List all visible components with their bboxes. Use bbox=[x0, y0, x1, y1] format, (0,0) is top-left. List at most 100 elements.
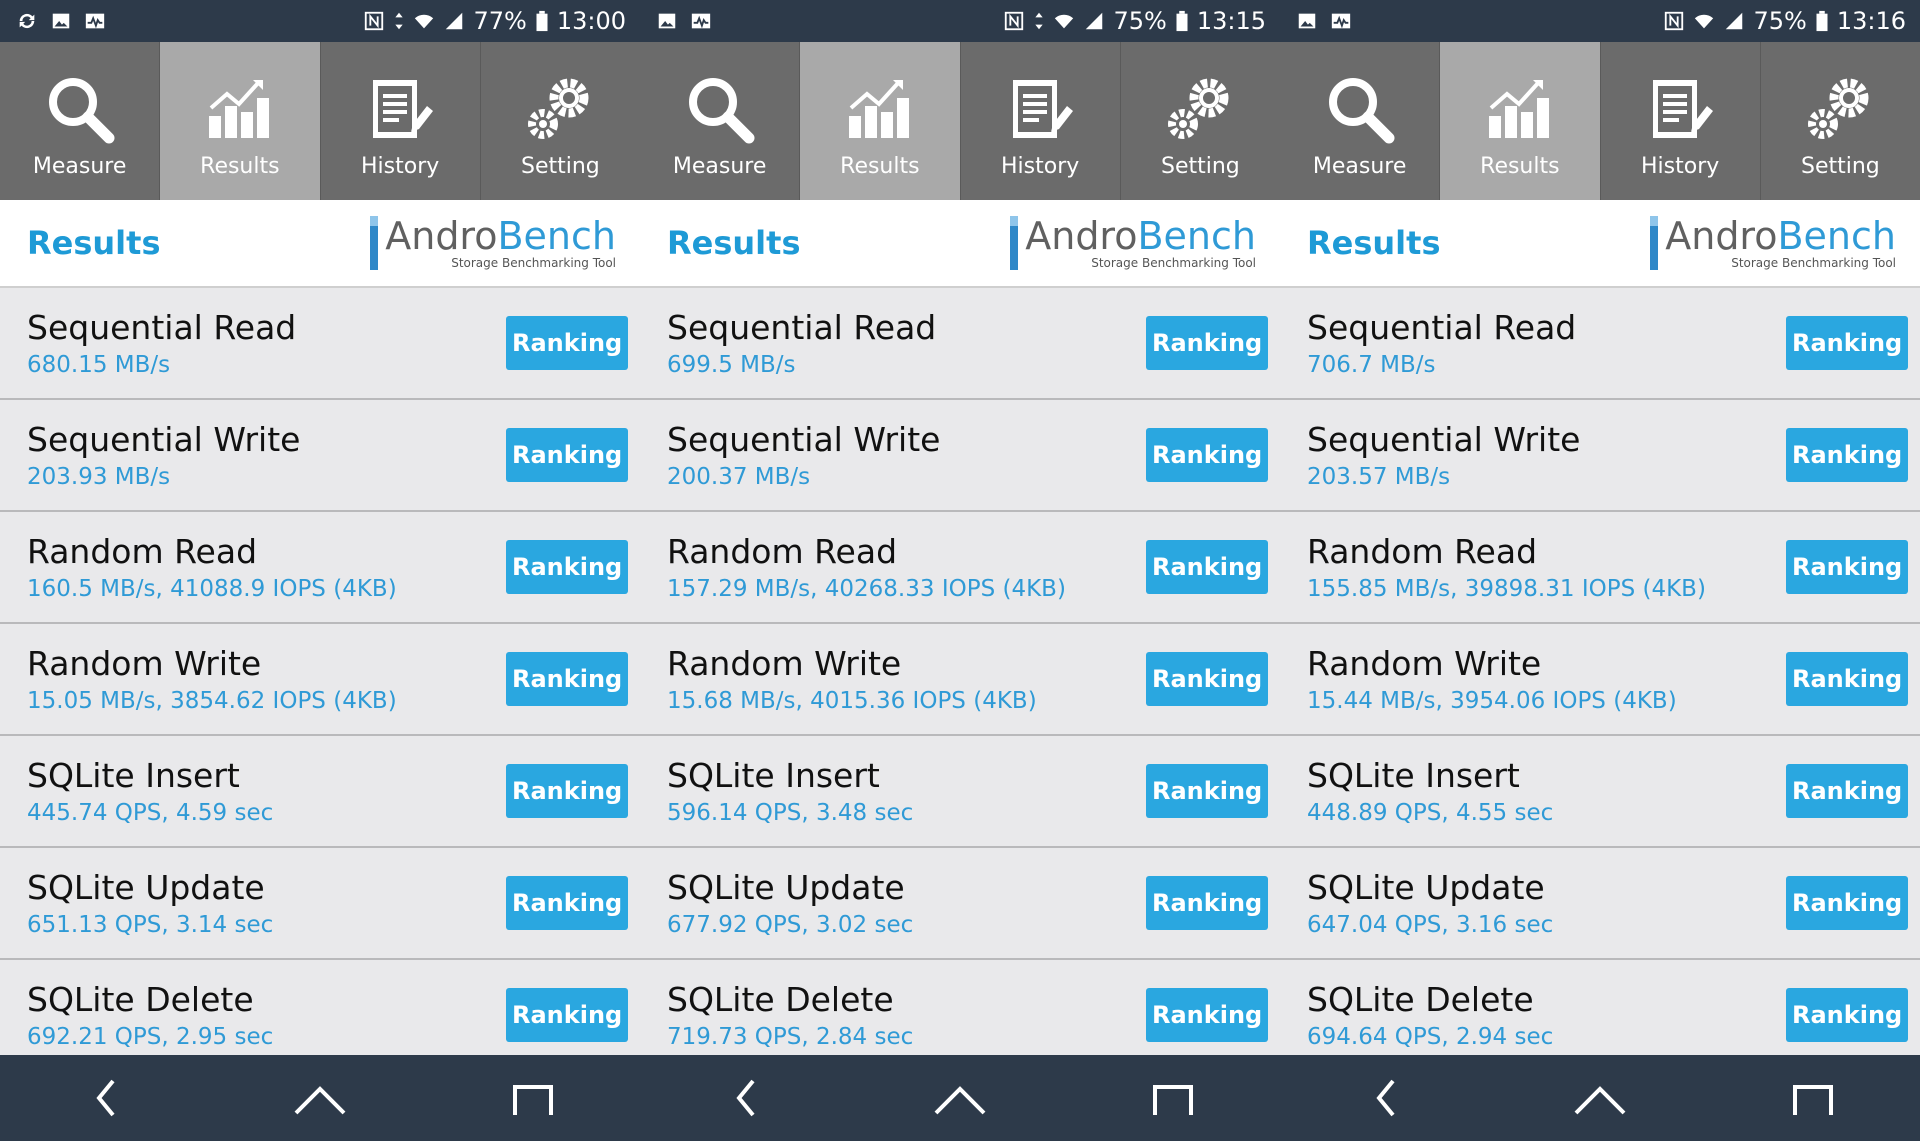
result-row: Random Write 15.44 MB/s, 3954.06 IOPS (4K… bbox=[1280, 624, 1920, 736]
recents-icon[interactable] bbox=[1783, 1073, 1843, 1123]
clock: 13:15 bbox=[1196, 7, 1266, 35]
ranking-button[interactable]: Ranking bbox=[1146, 988, 1268, 1042]
ranking-button[interactable]: Ranking bbox=[1146, 764, 1268, 818]
nav-bar bbox=[640, 1055, 1280, 1141]
status-bar: 75% 13:16 bbox=[1280, 0, 1920, 42]
test-value: 448.89 QPS, 4.55 sec bbox=[1307, 800, 1554, 826]
result-row: SQLite Update 651.13 QPS, 3.14 sec Ranking bbox=[0, 848, 640, 960]
result-row: Sequential Read 699.5 MB/s Ranking bbox=[640, 288, 1280, 400]
battery-icon bbox=[1816, 10, 1828, 32]
phone-screen-2: 75% 13:15 Measure Results History Settin… bbox=[640, 0, 1280, 1141]
tab-measure[interactable]: Measure bbox=[640, 42, 801, 200]
tab-results[interactable]: Results bbox=[1440, 42, 1601, 200]
test-name: SQLite Update bbox=[1307, 868, 1545, 907]
ranking-button[interactable]: Ranking bbox=[1146, 316, 1268, 370]
test-name: SQLite Delete bbox=[667, 980, 894, 1019]
tab-label: Results bbox=[1480, 153, 1560, 179]
test-name: Random Write bbox=[1307, 644, 1542, 683]
home-icon[interactable] bbox=[1570, 1073, 1630, 1123]
battery-percent: 75% bbox=[1113, 7, 1167, 35]
bar-chart-icon bbox=[208, 79, 269, 138]
result-row: Sequential Write 203.57 MB/s Ranking bbox=[1280, 400, 1920, 512]
home-icon[interactable] bbox=[930, 1073, 990, 1123]
result-row: SQLite Insert 445.74 QPS, 4.59 sec Ranking bbox=[0, 736, 640, 848]
androbench-logo: AndroBench Storage Benchmarking Tool bbox=[370, 216, 616, 270]
test-value: 15.68 MB/s, 4015.36 IOPS (4KB) bbox=[667, 688, 1037, 714]
ranking-button[interactable]: Ranking bbox=[506, 764, 628, 818]
ranking-button[interactable]: Ranking bbox=[1146, 876, 1268, 930]
tab-setting[interactable]: Setting bbox=[1761, 42, 1920, 200]
result-row: SQLite Update 647.04 QPS, 3.16 sec Ranking bbox=[1280, 848, 1920, 960]
test-name: Sequential Write bbox=[667, 420, 941, 459]
ranking-button[interactable]: Ranking bbox=[506, 428, 628, 482]
ranking-button[interactable]: Ranking bbox=[1146, 428, 1268, 482]
magnifier-icon bbox=[48, 77, 115, 143]
recents-icon[interactable] bbox=[1143, 1073, 1203, 1123]
test-value: 157.29 MB/s, 40268.33 IOPS (4KB) bbox=[667, 576, 1066, 602]
ranking-button[interactable]: Ranking bbox=[1786, 540, 1908, 594]
document-icon bbox=[373, 79, 434, 138]
nfc-icon bbox=[1005, 11, 1024, 31]
tab-label: Results bbox=[840, 153, 920, 179]
wifi-icon bbox=[415, 14, 434, 29]
ranking-button[interactable]: Ranking bbox=[506, 988, 628, 1042]
magnifier-icon bbox=[688, 77, 755, 143]
tab-history[interactable]: History bbox=[961, 42, 1121, 200]
logo-name-part2: Bench bbox=[497, 214, 616, 258]
tab-bar: Measure Results History Setting bbox=[0, 42, 640, 200]
test-value: 203.57 MB/s bbox=[1307, 464, 1451, 490]
ranking-button[interactable]: Ranking bbox=[1786, 652, 1908, 706]
ranking-button[interactable]: Ranking bbox=[1786, 316, 1908, 370]
ranking-button[interactable]: Ranking bbox=[506, 316, 628, 370]
ranking-button[interactable]: Ranking bbox=[506, 540, 628, 594]
test-name: SQLite Update bbox=[27, 868, 265, 907]
status-bar: 75% 13:15 bbox=[640, 0, 1280, 42]
result-row: Random Write 15.05 MB/s, 3854.62 IOPS (4K… bbox=[0, 624, 640, 736]
tab-measure[interactable]: Measure bbox=[1280, 42, 1441, 200]
back-icon[interactable] bbox=[1357, 1073, 1417, 1123]
data-arrows-icon bbox=[395, 12, 404, 30]
tab-label: Results bbox=[200, 153, 280, 179]
tab-results[interactable]: Results bbox=[160, 42, 321, 200]
result-row: Random Read 160.5 MB/s, 41088.9 IOPS (4KB… bbox=[0, 512, 640, 624]
ranking-button[interactable]: Ranking bbox=[506, 652, 628, 706]
test-value: 445.74 QPS, 4.59 sec bbox=[27, 800, 274, 826]
ranking-button[interactable]: Ranking bbox=[1786, 428, 1908, 482]
signal-icon bbox=[1086, 12, 1103, 30]
wifi-icon bbox=[1695, 14, 1714, 29]
home-icon[interactable] bbox=[290, 1073, 350, 1123]
ranking-button[interactable]: Ranking bbox=[1146, 540, 1268, 594]
signal-icon bbox=[1726, 12, 1743, 30]
back-icon[interactable] bbox=[717, 1073, 777, 1123]
document-icon bbox=[1653, 79, 1714, 138]
tab-measure[interactable]: Measure bbox=[0, 42, 161, 200]
tab-setting[interactable]: Setting bbox=[481, 42, 640, 200]
test-value: 692.21 QPS, 2.95 sec bbox=[27, 1024, 274, 1050]
page-title: Results bbox=[667, 224, 801, 262]
ranking-button[interactable]: Ranking bbox=[1786, 764, 1908, 818]
ranking-button[interactable]: Ranking bbox=[506, 876, 628, 930]
androbench-logo: AndroBench Storage Benchmarking Tool bbox=[1010, 216, 1256, 270]
test-value: 651.13 QPS, 3.14 sec bbox=[27, 912, 274, 938]
back-icon[interactable] bbox=[77, 1073, 137, 1123]
result-row: SQLite Update 677.92 QPS, 3.02 sec Ranking bbox=[640, 848, 1280, 960]
result-row: Sequential Read 680.15 MB/s Ranking bbox=[0, 288, 640, 400]
test-name: SQLite Insert bbox=[27, 756, 240, 795]
tab-setting[interactable]: Setting bbox=[1121, 42, 1280, 200]
test-value: 15.44 MB/s, 3954.06 IOPS (4KB) bbox=[1307, 688, 1677, 714]
test-value: 719.73 QPS, 2.84 sec bbox=[667, 1024, 914, 1050]
ranking-button[interactable]: Ranking bbox=[1146, 652, 1268, 706]
tab-history[interactable]: History bbox=[321, 42, 481, 200]
ranking-button[interactable]: Ranking bbox=[1786, 876, 1908, 930]
tab-label: History bbox=[1000, 153, 1080, 179]
recents-icon[interactable] bbox=[503, 1073, 563, 1123]
result-row: SQLite Insert 448.89 QPS, 4.55 sec Ranking bbox=[1280, 736, 1920, 848]
page-title: Results bbox=[1307, 224, 1441, 262]
test-value: 699.5 MB/s bbox=[667, 352, 796, 378]
test-name: SQLite Delete bbox=[27, 980, 254, 1019]
tab-history[interactable]: History bbox=[1601, 42, 1761, 200]
logo-subtitle: Storage Benchmarking Tool bbox=[1091, 256, 1256, 270]
wifi-icon bbox=[1055, 14, 1074, 29]
ranking-button[interactable]: Ranking bbox=[1786, 988, 1908, 1042]
tab-results[interactable]: Results bbox=[800, 42, 961, 200]
